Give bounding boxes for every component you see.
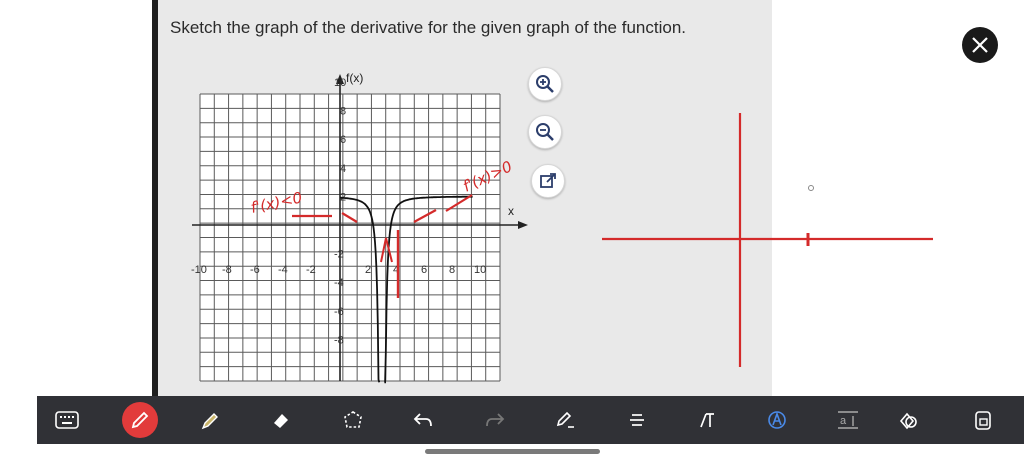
annotation-toolbar: a	[37, 396, 1024, 444]
undo-button[interactable]	[405, 402, 441, 438]
x-axis-label: x	[508, 204, 514, 218]
text-tool-button[interactable]	[689, 402, 725, 438]
eraser-button[interactable]	[263, 402, 299, 438]
y-tick-label: -4	[334, 277, 344, 289]
text-size-button[interactable]: a	[830, 402, 866, 438]
home-indicator	[425, 449, 600, 454]
highlighter-icon	[201, 413, 218, 430]
y-tick-label: -2	[334, 249, 344, 261]
text-style-button[interactable]	[759, 402, 795, 438]
zoom-in-button[interactable]	[528, 67, 562, 101]
text-align-icon	[630, 414, 644, 426]
x-tick-label: 2	[365, 264, 371, 276]
x-tick-label: -6	[250, 264, 260, 276]
y-tick-label: 10	[334, 77, 346, 89]
zoom-out-icon	[536, 123, 554, 141]
zoom-out-button[interactable]	[528, 115, 562, 149]
shapes-button[interactable]	[890, 402, 926, 438]
redo-icon	[486, 413, 505, 427]
shapes-icon	[899, 412, 917, 430]
shape-pen-button[interactable]	[547, 402, 583, 438]
x-tick-label: -8	[222, 264, 232, 276]
pen-icon	[131, 411, 149, 429]
function-graph: f(x)x-10 -8 -6 -4 -2 2 4 6 8 10108642-2-4-6-8f'(x…	[191, 71, 528, 384]
y-axis-label: f(x)	[346, 71, 363, 85]
redo-button[interactable]	[477, 402, 513, 438]
x-tick-label: -10	[191, 264, 207, 276]
svg-text:a: a	[840, 415, 847, 427]
y-tick-label: -8	[334, 334, 344, 346]
lasso-button[interactable]	[335, 402, 371, 438]
keyboard-icon	[55, 411, 79, 429]
eraser-icon	[274, 414, 288, 428]
close-button[interactable]	[962, 27, 998, 63]
text-align-button[interactable]	[619, 402, 655, 438]
lock-icon	[975, 411, 991, 430]
text-size-icon: a	[838, 411, 858, 429]
text-icon	[700, 413, 714, 428]
y-tick-label: 4	[340, 163, 346, 175]
left-margin	[0, 0, 37, 460]
x-tick-label: -2	[306, 264, 316, 276]
undo-icon	[413, 413, 432, 427]
popout-button[interactable]	[531, 164, 565, 198]
y-tick-label: 8	[340, 106, 346, 118]
panel-edge	[152, 0, 158, 396]
x-tick-label: -4	[278, 264, 288, 276]
x-tick-label: 10	[474, 264, 486, 276]
close-icon	[972, 37, 988, 53]
lasso-icon	[344, 411, 362, 428]
zoom-in-icon	[536, 75, 554, 93]
derivative-sketch	[602, 113, 933, 367]
x-tick-label: 8	[449, 264, 455, 276]
lock-button[interactable]	[965, 402, 1001, 438]
y-tick-label: -6	[334, 306, 344, 318]
shape-pen-icon	[556, 411, 574, 428]
external-link-icon	[540, 173, 556, 188]
y-tick-label: 6	[340, 134, 346, 146]
keyboard-button[interactable]	[49, 402, 85, 438]
pen-cursor	[808, 185, 814, 191]
x-tick-label: 6	[421, 264, 427, 276]
highlighter-button[interactable]	[192, 402, 228, 438]
problem-prompt: Sketch the graph of the derivative for t…	[170, 18, 686, 37]
text-style-icon	[768, 411, 786, 429]
pen-tool-button[interactable]	[122, 402, 158, 438]
